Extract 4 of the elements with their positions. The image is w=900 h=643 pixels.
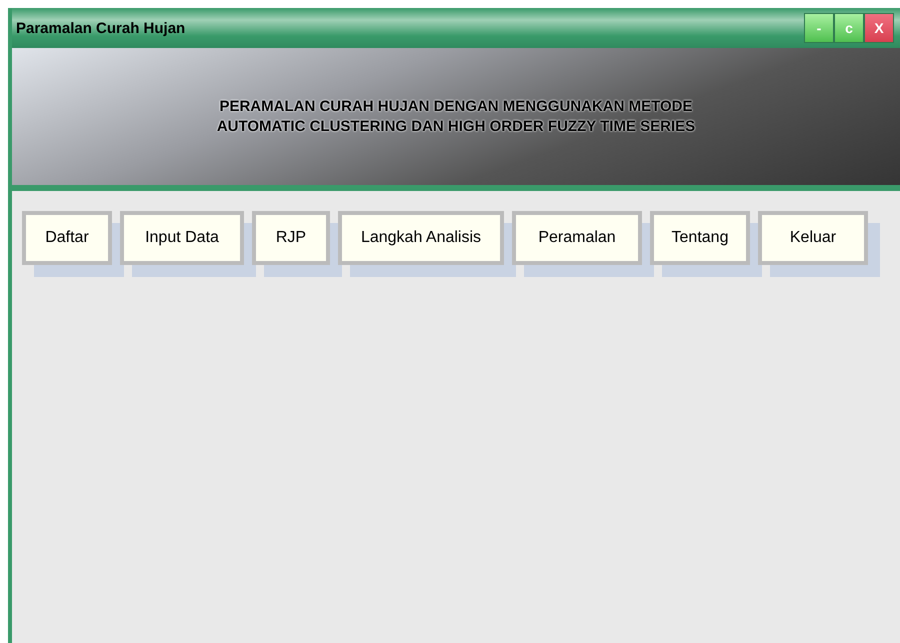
banner-title: PERAMALAN CURAH HUJAN DENGAN MENGGUNAKAN METODE xyxy=(219,96,693,116)
window-title: Paramalan Curah Hujan xyxy=(16,20,186,36)
close-button[interactable]: X xyxy=(864,13,894,43)
banner-title: AUTOMATIC CLUSTERING DAN HIGH ORDER FUZZY TIME SERIES xyxy=(216,116,696,136)
